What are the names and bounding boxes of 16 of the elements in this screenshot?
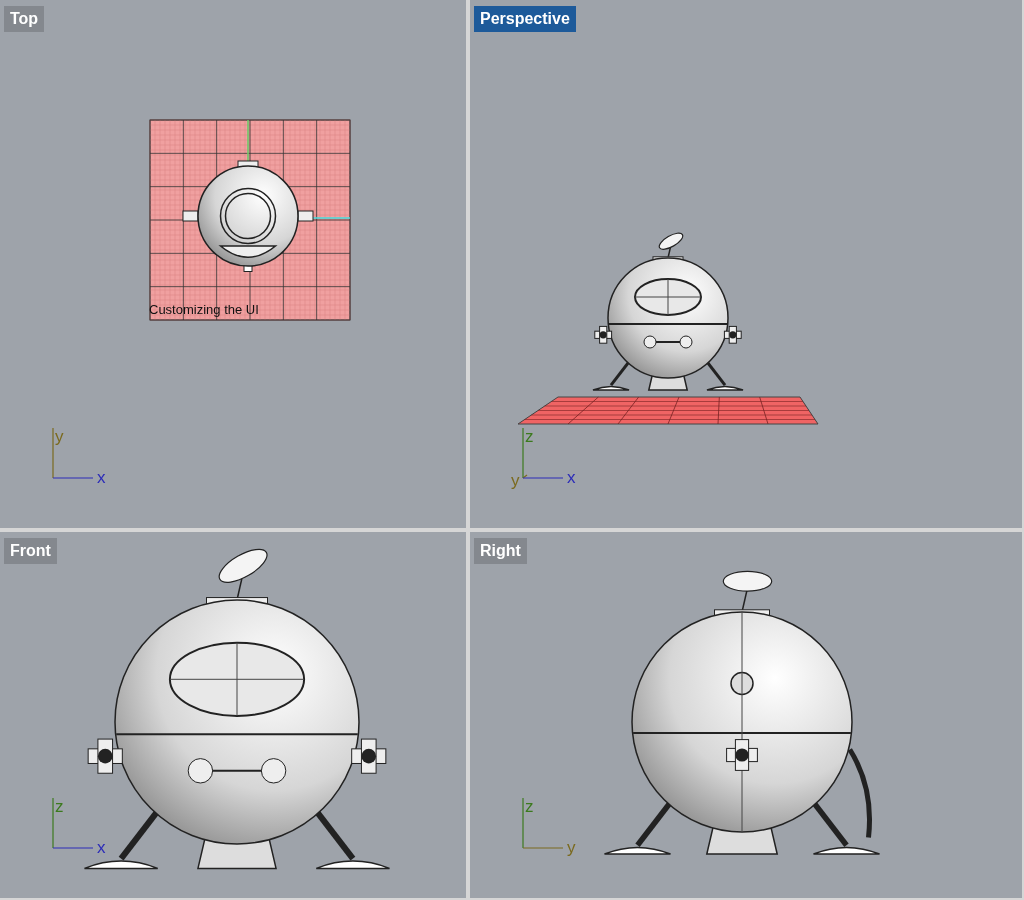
viewport-tab[interactable]: Front (4, 538, 57, 564)
viewport[interactable]: Front z x (0, 532, 466, 898)
axis-label: y (55, 427, 64, 446)
viewport[interactable]: Right z y (470, 532, 1022, 898)
viewport-tab[interactable]: Perspective (474, 6, 576, 32)
viewport-tab[interactable]: Right (474, 538, 527, 564)
axis-label: x (97, 468, 106, 487)
viewport[interactable]: Perspective z y x (470, 0, 1022, 528)
axis-label: x (567, 468, 576, 487)
axis-label: x (97, 838, 106, 857)
axis-label: z (525, 427, 534, 446)
axis-label: z (55, 797, 64, 816)
viewport-tab[interactable]: Top (4, 6, 45, 32)
axis-label: y (511, 471, 520, 490)
axis-label: y (567, 838, 576, 857)
axis-label: z (525, 797, 534, 816)
